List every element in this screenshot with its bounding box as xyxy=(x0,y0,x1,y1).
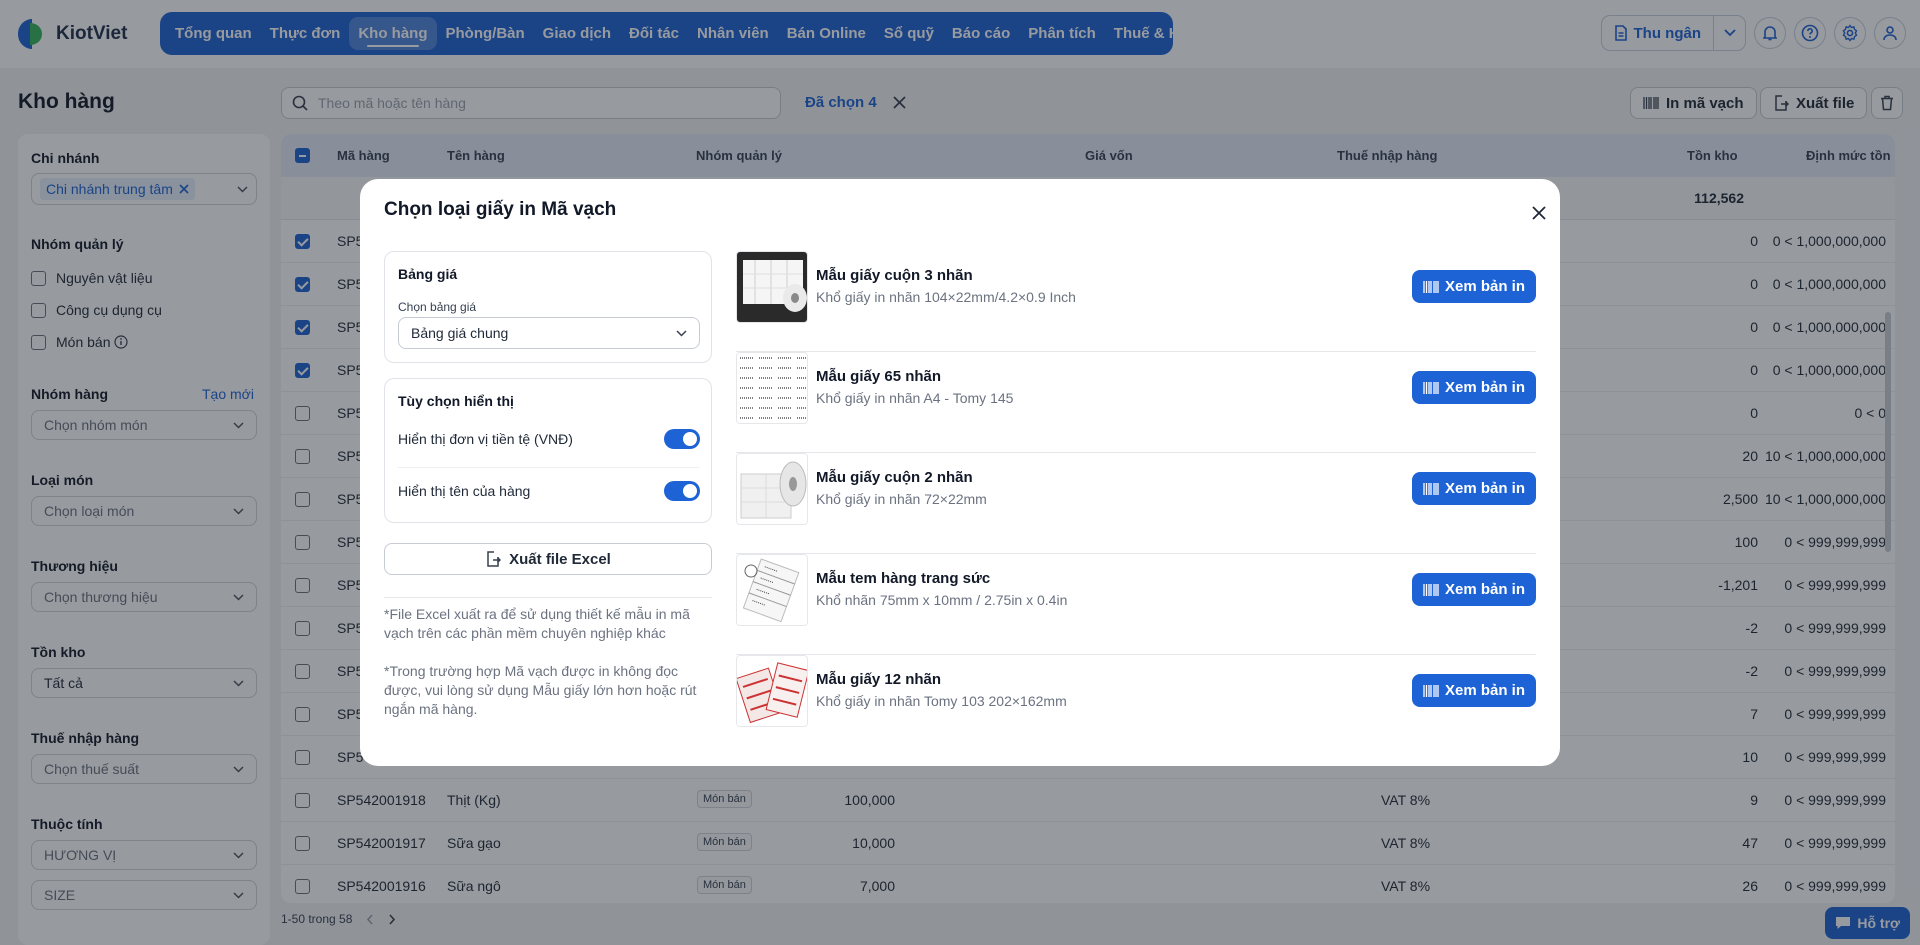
paper-desc: Khổ giấy in nhãn 72×22mm xyxy=(816,491,987,507)
preview-button[interactable]: Xem bản in xyxy=(1412,674,1536,707)
preview-button[interactable]: Xem bản in xyxy=(1412,270,1536,303)
toggle-label: Hiển thị tên của hàng xyxy=(398,483,531,499)
preview-button[interactable]: Xem bản in xyxy=(1412,371,1536,404)
barcode-paper-dialog: Chọn loại giấy in Mã vạch Bảng giá Chọn … xyxy=(360,179,1560,766)
note-barcode: *Trong trường hợp Mã vạch được in không … xyxy=(384,663,697,717)
paper-thumbnail xyxy=(736,251,808,323)
close-button[interactable] xyxy=(1527,201,1551,225)
paper-item[interactable]: Mẫu tem hàng trang sức Khổ nhãn 75mm x 1… xyxy=(736,554,1536,655)
currency-toggle[interactable] xyxy=(664,429,700,449)
dialog-title: Chọn loại giấy in Mã vạch xyxy=(384,199,617,220)
barcode-icon xyxy=(1423,381,1439,395)
preview-button[interactable]: Xem bản in xyxy=(1412,573,1536,606)
preview-label: Xem bản in xyxy=(1444,278,1526,295)
paper-name: Mẫu giấy 12 nhãn xyxy=(816,671,942,688)
barcode-icon xyxy=(1423,482,1439,496)
price-list-value: Bảng giá chung xyxy=(411,325,509,341)
export-excel-label: Xuất file Excel xyxy=(509,550,611,568)
paper-thumbnail xyxy=(736,554,808,626)
paper-item[interactable]: Mẫu giấy cuộn 3 nhãn Khổ giấy in nhãn 10… xyxy=(736,251,1536,352)
paper-name: Mẫu giấy cuộn 2 nhãn xyxy=(816,469,973,486)
price-list-card: Bảng giá Chọn bảng giá Bảng giá chung xyxy=(384,251,712,363)
barcode-icon xyxy=(1423,280,1439,294)
divider xyxy=(384,597,712,598)
chevron-down-icon xyxy=(676,329,687,337)
paper-desc: Khổ giấy in nhãn A4 - Tomy 145 xyxy=(816,390,1014,406)
paper-thumbnail xyxy=(736,655,808,727)
paper-name: Mẫu tem hàng trang sức xyxy=(816,570,991,587)
note-excel: *File Excel xuất ra để sử dụng thiết kế … xyxy=(384,606,690,641)
toggle-row-currency: Hiển thị đơn vị tiền tệ (VNĐ) xyxy=(398,429,700,449)
display-card-title: Tùy chọn hiển thị xyxy=(398,393,514,409)
paper-desc: Khổ nhãn 75mm x 10mm / 2.75in x 0.4in xyxy=(816,592,1068,608)
paper-item[interactable]: Mẫu giấy 12 nhãn Khổ giấy in nhãn Tomy 1… xyxy=(736,655,1536,756)
paper-name: Mẫu giấy cuộn 3 nhãn xyxy=(816,267,973,284)
barcode-icon xyxy=(1423,684,1439,698)
paper-desc: Khổ giấy in nhãn 104×22mm/4.2×0.9 Inch xyxy=(816,289,1076,305)
preview-label: Xem bản in xyxy=(1444,379,1526,396)
store-name-toggle[interactable] xyxy=(664,481,700,501)
divider xyxy=(398,467,700,468)
close-icon xyxy=(1532,206,1546,220)
price-select-label: Chọn bảng giá xyxy=(398,300,477,314)
export-excel-button[interactable]: Xuất file Excel xyxy=(384,543,712,575)
toggle-label: Hiển thị đơn vị tiền tệ (VNĐ) xyxy=(398,431,573,447)
preview-label: Xem bản in xyxy=(1444,480,1526,497)
paper-item[interactable]: Mẫu giấy cuộn 2 nhãn Khổ giấy in nhãn 72… xyxy=(736,453,1536,554)
paper-thumbnail xyxy=(736,453,808,525)
paper-item[interactable]: Mẫu giấy 65 nhãn Khổ giấy in nhãn A4 - T… xyxy=(736,352,1536,453)
paper-thumbnail xyxy=(736,352,808,424)
preview-label: Xem bản in xyxy=(1444,682,1526,699)
export-icon xyxy=(485,551,502,567)
paper-desc: Khổ giấy in nhãn Tomy 103 202×162mm xyxy=(816,693,1067,709)
price-list-select[interactable]: Bảng giá chung xyxy=(398,317,700,349)
toggle-row-store-name: Hiển thị tên của hàng xyxy=(398,481,700,501)
paper-name: Mẫu giấy 65 nhãn xyxy=(816,368,942,385)
display-options-card: Tùy chọn hiển thị Hiển thị đơn vị tiền t… xyxy=(384,378,712,523)
preview-button[interactable]: Xem bản in xyxy=(1412,472,1536,505)
price-card-title: Bảng giá xyxy=(398,266,458,282)
preview-label: Xem bản in xyxy=(1444,581,1526,598)
barcode-icon xyxy=(1423,583,1439,597)
